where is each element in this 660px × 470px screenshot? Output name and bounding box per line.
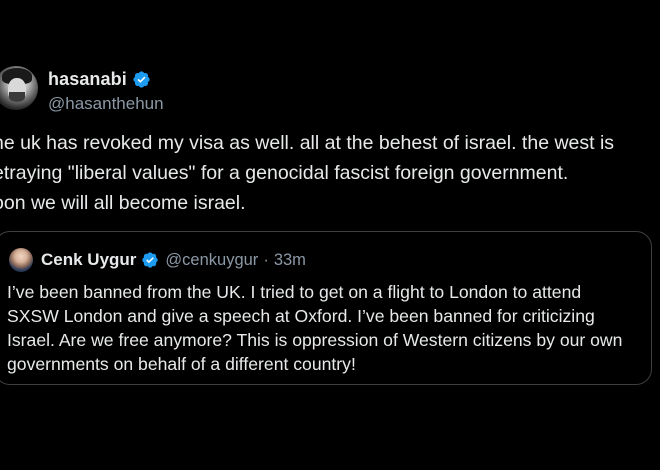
avatar-beard — [9, 92, 25, 102]
quoted-author-avatar[interactable] — [9, 248, 33, 272]
quoted-separator: · — [263, 250, 269, 269]
author-display-name[interactable]: hasanabi — [48, 69, 127, 90]
display-name-row: hasanabi — [48, 68, 164, 90]
verified-badge-icon — [133, 70, 150, 88]
quoted-author-display-name[interactable]: Cenk Uygur — [41, 250, 136, 270]
author-handle[interactable]: @hasanthehun — [48, 94, 164, 114]
tweet: hasanabi @hasanthehun he uk has revoked … — [0, 0, 660, 470]
quoted-tweet-header: Cenk Uygur @cenkuygur · 33m — [9, 246, 306, 274]
quoted-verified-badge-icon — [142, 252, 159, 268]
quoted-tweet-card[interactable]: Cenk Uygur @cenkuygur · 33m I’ve been ba… — [0, 231, 652, 385]
quoted-timestamp[interactable]: 33m — [274, 251, 306, 270]
quoted-tweet-text: I’ve been banned from the UK. I tried to… — [7, 282, 623, 374]
author-avatar[interactable] — [0, 66, 38, 110]
author-names: hasanabi @hasanthehun — [48, 68, 164, 114]
quoted-author-handle[interactable]: @cenkuygur — [165, 251, 258, 270]
tweet-text: he uk has revoked my visa as well. all a… — [0, 132, 615, 214]
